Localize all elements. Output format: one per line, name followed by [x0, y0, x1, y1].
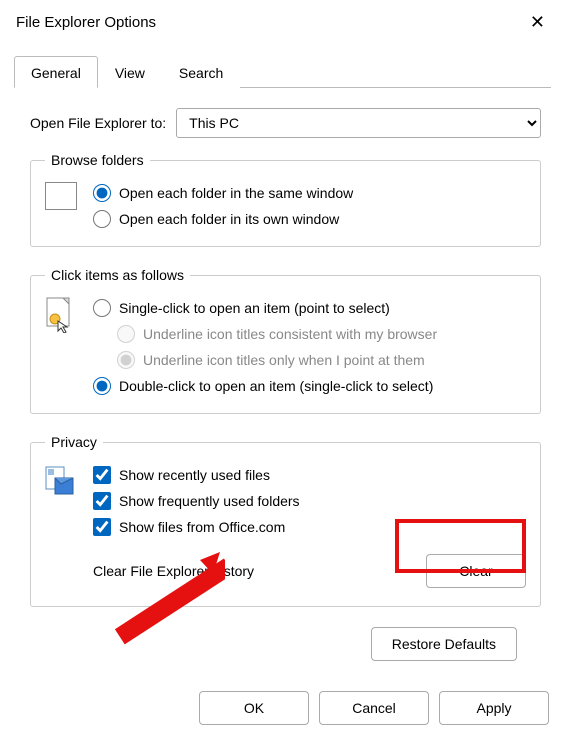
check-frequent-folders[interactable]: Show frequently used folders [93, 488, 526, 514]
close-button[interactable]: ✕ [522, 8, 553, 37]
click-items-group: Click items as follows Single-click to o… [30, 267, 541, 414]
folder-window-icon [45, 180, 79, 210]
click-items-legend: Click items as follows [45, 267, 190, 283]
radio-single-click[interactable]: Single-click to open an item (point to s… [93, 295, 526, 321]
window-title: File Explorer Options [16, 14, 156, 31]
tab-search[interactable]: Search [162, 56, 240, 88]
privacy-legend: Privacy [45, 434, 103, 450]
browse-folders-legend: Browse folders [45, 152, 150, 168]
radio-underline-point: Underline icon titles only when I point … [93, 347, 526, 373]
radio-same-window[interactable]: Open each folder in the same window [93, 180, 526, 206]
check-recent-files[interactable]: Show recently used files [93, 462, 526, 488]
browse-folders-group: Browse folders Open each folder in the s… [30, 152, 541, 247]
tab-view[interactable]: View [98, 56, 162, 88]
radio-underline-browser: Underline icon titles consistent with my… [93, 321, 526, 347]
click-cursor-icon [45, 295, 79, 333]
apply-button[interactable]: Apply [439, 691, 549, 725]
open-explorer-label: Open File Explorer to: [30, 115, 166, 131]
radio-double-click[interactable]: Double-click to open an item (single-cli… [93, 373, 526, 399]
open-explorer-select[interactable]: This PC [176, 108, 541, 138]
tab-general[interactable]: General [14, 56, 98, 88]
cancel-button[interactable]: Cancel [319, 691, 429, 725]
privacy-group: Privacy Show recently used files Show fr… [30, 434, 541, 607]
tab-strip: General View Search [14, 45, 551, 88]
clear-history-label: Clear File Explorer history [93, 563, 254, 579]
check-office-files[interactable]: Show files from Office.com [93, 514, 526, 540]
restore-defaults-button[interactable]: Restore Defaults [371, 627, 517, 661]
clear-button[interactable]: Clear [426, 554, 526, 588]
radio-own-window[interactable]: Open each folder in its own window [93, 206, 526, 232]
privacy-icon [45, 462, 79, 496]
ok-button[interactable]: OK [199, 691, 309, 725]
